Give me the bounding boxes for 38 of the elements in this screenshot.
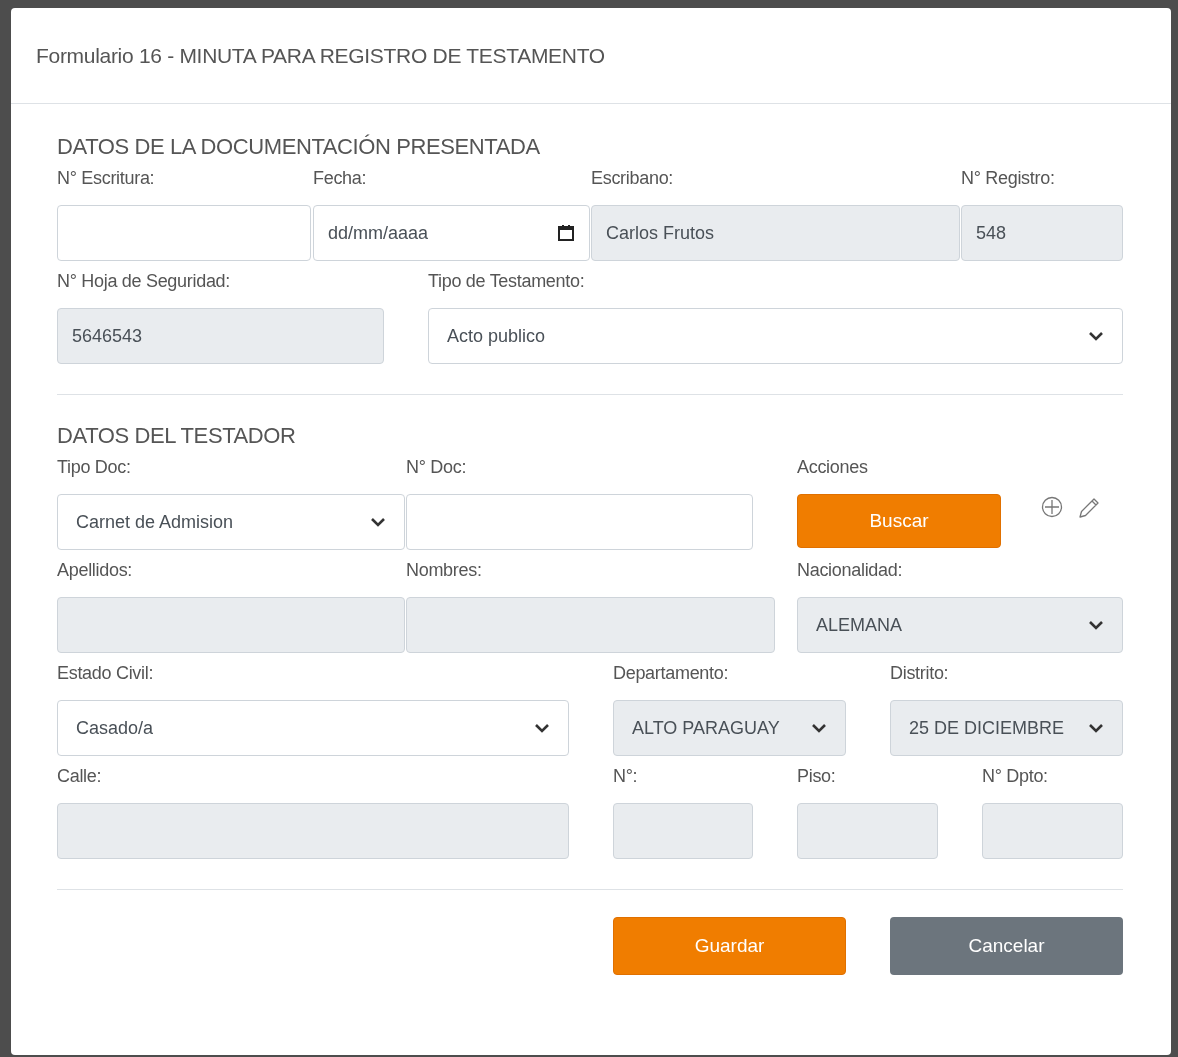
field-label: Nacionalidad:	[797, 560, 903, 580]
field-label: Apellidos:	[57, 560, 133, 580]
text-input[interactable]	[406, 494, 753, 550]
field-label: Tipo Doc:	[57, 457, 131, 477]
chevron-down-icon	[370, 517, 386, 527]
field-label: Nombres:	[406, 560, 482, 580]
chevron-down-icon	[534, 723, 550, 733]
dropdown[interactable]: Carnet de Admision	[57, 494, 405, 550]
section-title: DATOS DE LA DOCUMENTACIÓN PRESENTADA	[57, 133, 541, 161]
chevron-down-icon	[1088, 331, 1104, 341]
field-label: Acciones	[797, 457, 868, 477]
field-label: Escribano:	[591, 168, 674, 188]
modal-title: Formulario 16 - MINUTA PARA REGISTRO DE TESTAMENTO	[36, 43, 605, 68]
field-label: N° Hoja de Seguridad:	[57, 271, 230, 291]
field-label: Departamento:	[613, 663, 729, 683]
pencil-icon[interactable]	[1077, 496, 1101, 520]
field-label: Piso:	[797, 766, 836, 786]
field-label: N°:	[613, 766, 638, 786]
field-label: Fecha:	[313, 168, 367, 188]
chevron-down-icon	[811, 723, 827, 733]
field-label: Calle:	[57, 766, 102, 786]
text-input[interactable]	[57, 205, 311, 261]
cancel-button[interactable]: Cancelar	[890, 917, 1123, 975]
field-label: N° Escritura:	[57, 168, 155, 188]
plus-circle-icon[interactable]	[1041, 496, 1063, 518]
chevron-down-icon	[1088, 620, 1104, 630]
dropdown[interactable]: Casado/a	[57, 700, 569, 756]
calendar-icon[interactable]	[557, 224, 575, 242]
field-label: Distrito:	[890, 663, 949, 683]
field-label: N° Dpto:	[982, 766, 1048, 786]
date-input[interactable]: dd/mm/aaaa	[313, 205, 590, 261]
section-title: DATOS DEL TESTADOR	[57, 422, 297, 450]
field-label: Tipo de Testamento:	[428, 271, 585, 291]
dropdown[interactable]: Acto publico	[428, 308, 1123, 364]
field-label: Estado Civil:	[57, 663, 154, 683]
chevron-down-icon	[1088, 723, 1104, 733]
field-label: N° Doc:	[406, 457, 467, 477]
field-label: N° Registro:	[961, 168, 1055, 188]
